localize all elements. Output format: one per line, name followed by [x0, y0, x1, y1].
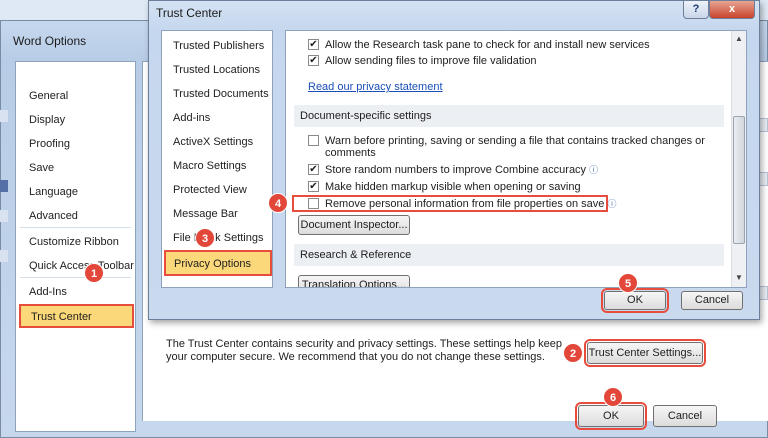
help-icon[interactable]: ? [683, 1, 709, 19]
tc-item-trusted-documents[interactable]: Trusted Documents [173, 88, 269, 100]
doc-edge [0, 250, 8, 262]
tc-item-trusted-locations[interactable]: Trusted Locations [173, 64, 260, 76]
tc-item-file-block-settings[interactable]: File Block Settings [173, 232, 263, 244]
sidebar-item-customize-ribbon[interactable]: Customize Ribbon [29, 236, 119, 248]
privacy-statement-link[interactable]: Read our privacy statement [308, 81, 443, 93]
tc-item-add-ins[interactable]: Add-ins [173, 112, 210, 124]
scroll-down-icon[interactable]: ▼ [735, 273, 743, 282]
trust-center-dialog: Trust Center ? x Trusted Publishers Trus… [148, 0, 760, 320]
hidden-markup-checkbox[interactable]: ✔ [308, 181, 319, 192]
file-validation-label: Allow sending files to improve file vali… [325, 55, 537, 67]
hidden-markup-label: Make hidden markup visible when opening … [325, 181, 581, 193]
tc-item-trusted-publishers[interactable]: Trusted Publishers [173, 40, 264, 52]
doc-edge [0, 180, 8, 192]
step-badge-5: 5 [618, 273, 638, 293]
sidebar-item-general[interactable]: General [29, 90, 68, 102]
store-random-text: Store random numbers to improve Combine … [325, 164, 587, 176]
privacy-options-panel: ✔ Allow the Research task pane to check … [285, 30, 747, 288]
tc-item-privacy-options[interactable]: Privacy Options [164, 250, 272, 276]
step-badge-4: 4 [268, 193, 288, 213]
step-badge-3: 3 [195, 228, 215, 248]
document-inspector-button[interactable]: Document Inspector... [298, 215, 410, 235]
remove-personal-text: Remove personal information from file pr… [325, 198, 605, 210]
word-options-title: Word Options [13, 34, 87, 48]
sidebar-item-save[interactable]: Save [29, 162, 54, 174]
trust-center-sidebar: Trusted Publishers Trusted Locations Tru… [161, 30, 273, 288]
sidebar-item-trust-center[interactable]: Trust Center [19, 304, 134, 328]
doc-edge [0, 210, 8, 222]
options-scrollbar[interactable]: ▲ ▼ [731, 31, 746, 287]
sidebar-item-add-ins[interactable]: Add-Ins [29, 286, 67, 298]
store-random-label: Store random numbers to improve Combine … [325, 164, 598, 176]
sidebar-item-advanced[interactable]: Advanced [29, 210, 78, 222]
scroll-up-icon[interactable]: ▲ [735, 34, 743, 43]
sidebar-item-language[interactable]: Language [29, 186, 78, 198]
sidebar-item-quick-access-toolbar[interactable]: Quick Access Toolbar [29, 260, 134, 272]
document-specific-section: Document-specific settings [294, 105, 724, 127]
tc-item-protected-view[interactable]: Protected View [173, 184, 247, 196]
remove-personal-info-checkbox[interactable] [308, 198, 319, 209]
sidebar-item-proofing[interactable]: Proofing [29, 138, 70, 150]
tc-item-activex-settings[interactable]: ActiveX Settings [173, 136, 253, 148]
warn-printing-label: Warn before printing, saving or sending … [325, 135, 705, 159]
research-pane-label: Allow the Research task pane to check fo… [325, 39, 650, 51]
research-reference-section: Research & Reference [294, 244, 724, 266]
sidebar-item-display[interactable]: Display [29, 114, 65, 126]
close-icon[interactable]: x [709, 1, 755, 19]
scrollbar-thumb[interactable] [733, 116, 745, 244]
step-badge-1: 1 [84, 263, 104, 283]
doc-edge [0, 110, 8, 122]
word-options-sidebar: General Display Proofing Save Language A… [15, 61, 136, 432]
info-icon: ⓘ [589, 165, 599, 175]
word-options-ok-button[interactable]: OK [575, 402, 647, 430]
research-pane-checkbox[interactable]: ✔ [308, 39, 319, 50]
trust-center-ok-button[interactable]: OK [601, 288, 669, 313]
trust-center-title: Trust Center [156, 6, 223, 20]
step-badge-2: 2 [563, 343, 583, 363]
sidebar-divider [20, 227, 131, 228]
trust-center-cancel-button[interactable]: Cancel [681, 291, 743, 310]
word-options-cancel-button[interactable]: Cancel [653, 405, 717, 427]
file-validation-checkbox[interactable]: ✔ [308, 55, 319, 66]
step-badge-6: 6 [603, 387, 623, 407]
translation-options-button[interactable]: Translation Options... [298, 275, 410, 287]
tc-item-macro-settings[interactable]: Macro Settings [173, 160, 246, 172]
trust-center-description: The Trust Center contains security and p… [166, 338, 562, 363]
warn-printing-checkbox[interactable] [308, 135, 319, 146]
sidebar-divider [20, 277, 131, 278]
trust-center-settings-button[interactable]: Trust Center Settings... [584, 339, 706, 367]
store-random-checkbox[interactable]: ✔ [308, 164, 319, 175]
tc-item-message-bar[interactable]: Message Bar [173, 208, 238, 220]
remove-personal-label: Remove personal information from file pr… [325, 198, 617, 210]
info-icon: ⓘ [607, 199, 617, 209]
